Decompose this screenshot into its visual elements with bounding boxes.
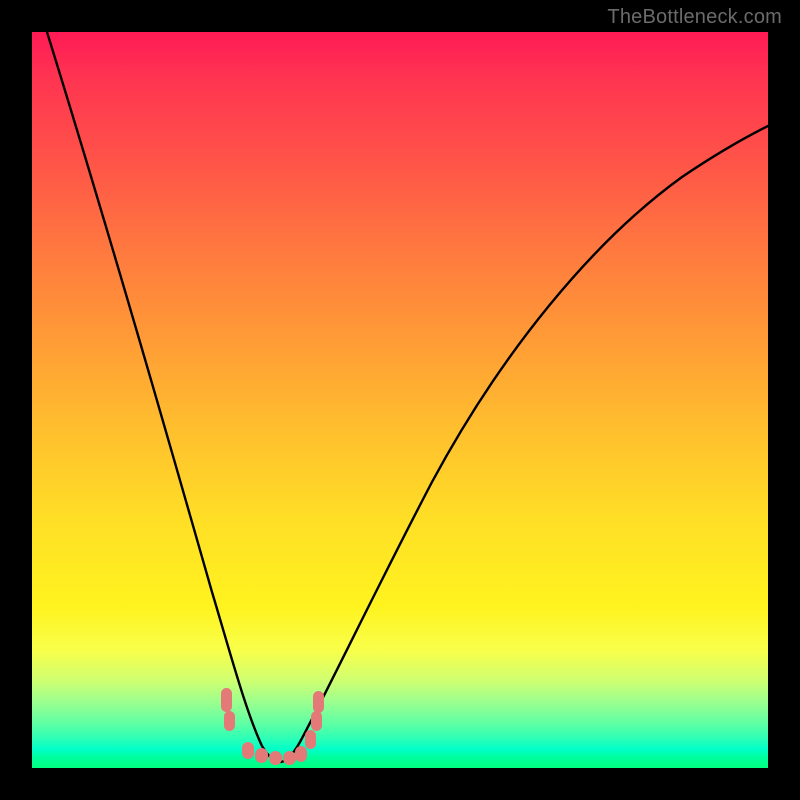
marker-pill <box>311 711 322 731</box>
marker-pill <box>242 742 254 759</box>
watermark-text: TheBottleneck.com <box>607 6 782 29</box>
marker-pill <box>313 691 324 713</box>
marker-pill <box>224 711 235 731</box>
marker-pill <box>221 688 232 712</box>
marker-pill <box>295 746 307 762</box>
marker-pill <box>283 751 296 765</box>
marker-pill <box>255 748 268 763</box>
outer-frame: TheBottleneck.com <box>0 0 800 800</box>
marker-pill <box>269 751 282 765</box>
bottleneck-curve <box>47 32 768 762</box>
marker-pill <box>305 730 316 749</box>
curve-layer <box>32 32 768 768</box>
